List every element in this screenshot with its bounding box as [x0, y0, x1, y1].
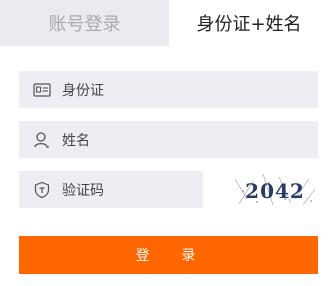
tab-id-name-login-label: 身份证+姓名 — [196, 14, 302, 35]
captcha-text: 2042 — [245, 179, 305, 203]
id-card-icon — [32, 80, 52, 100]
tab-account-login-label: 账号登录 — [48, 14, 121, 35]
tab-id-name-login[interactable]: 身份证+姓名 — [169, 0, 329, 46]
name-placeholder: 姓名 — [62, 132, 90, 149]
login-button[interactable]: 登 录 — [19, 236, 318, 274]
captcha-placeholder: 验证码 — [62, 182, 104, 199]
login-tabs: 账号登录 身份证+姓名 — [0, 0, 329, 46]
captcha-field[interactable]: 验证码 — [19, 171, 203, 208]
id-card-field[interactable]: 身份证 — [19, 71, 318, 108]
captcha-image[interactable]: 2042 — [233, 169, 317, 209]
id-card-placeholder: 身份证 — [62, 82, 104, 99]
name-field[interactable]: 姓名 — [19, 121, 318, 158]
user-icon — [32, 130, 52, 150]
shield-icon — [32, 180, 52, 200]
tab-account-login[interactable]: 账号登录 — [0, 0, 169, 46]
